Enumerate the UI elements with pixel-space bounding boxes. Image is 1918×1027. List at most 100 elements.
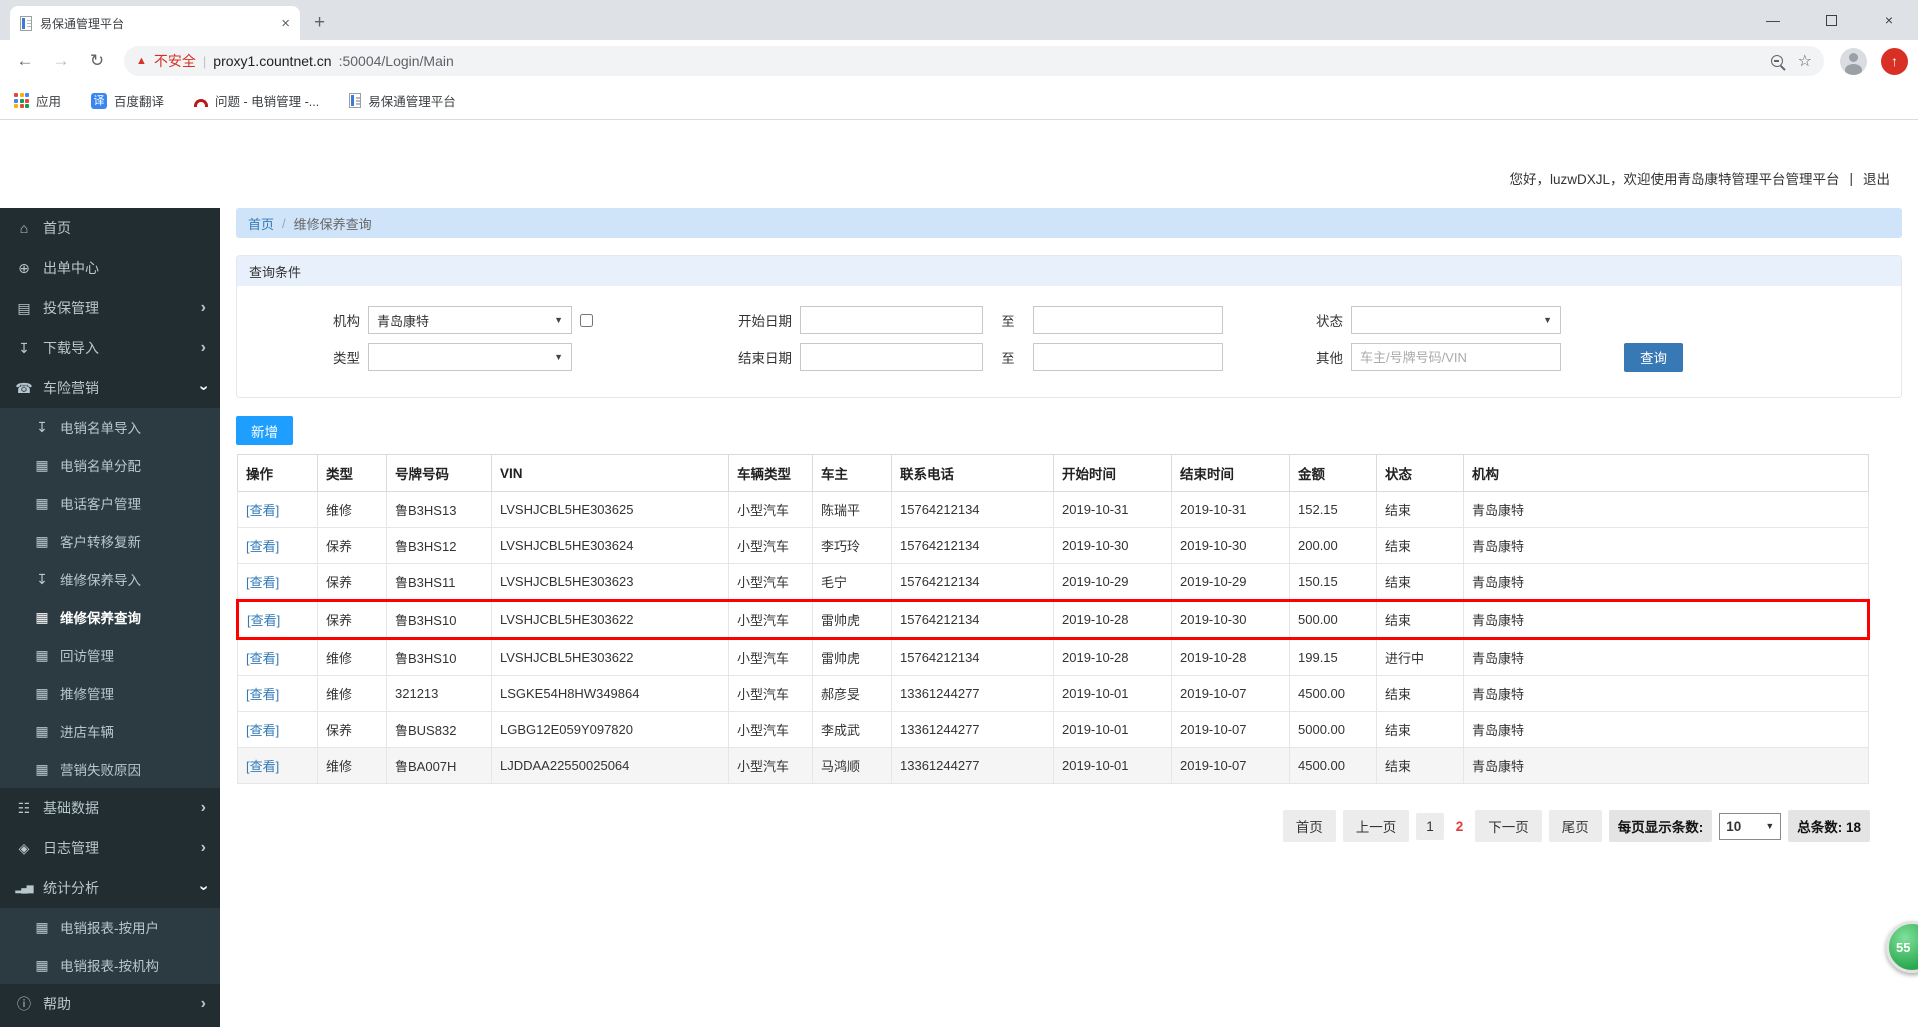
end-date-to-input[interactable] [1033,343,1223,371]
cell-status: 结束 [1376,491,1464,528]
sidebar-item-下载导入[interactable]: ↧ 下载导入 › [0,328,220,368]
view-link[interactable]: [查看] [246,759,279,774]
cell-owner: 雷帅虎 [812,599,892,640]
sidebar-item-电销名单导入[interactable]: ↧ 电销名单导入 [0,408,220,446]
add-button[interactable]: 新增 [236,416,293,445]
cell-phone: 13361244277 [891,675,1054,712]
url-bar[interactable]: ▲ 不安全 | proxy1.countnet.cn :50004/Login/… [124,46,1824,76]
cell-plate: 鲁BUS832 [386,711,492,748]
bookmark-item[interactable]: 易保通管理平台 [349,91,456,110]
sidebar-item-进店车辆[interactable]: ▦ 进店车辆 [0,712,220,750]
sidebar-item-电销名单分配[interactable]: ▦ 电销名单分配 [0,446,220,484]
table-row: [查看] 维修 鲁B3HS10 LVSHJCBL5HE303622 小型汽车 雷帅虎 157… [237,638,1869,676]
cell-plate: 鲁BA007H [386,747,492,784]
sidebar-item-基础数据[interactable]: ☷ 基础数据 › [0,788,220,828]
download-icon: ↧ [36,418,48,435]
status-select[interactable]: ▼ [1351,306,1561,334]
search-button[interactable]: 查询 [1624,342,1683,372]
bookmark-star-icon[interactable]: ☆ [1798,51,1812,71]
sidebar-item-电话客户管理[interactable]: ▦ 电话客户管理 [0,484,220,522]
cell-owner: 陈瑞平 [812,491,892,528]
cell-amount: 500.00 [1289,599,1377,640]
type-select[interactable]: ▼ [368,343,572,371]
sidebar-item-营销失败原因[interactable]: ▦ 营销失败原因 [0,750,220,788]
per-page-select[interactable]: 10 ▼ [1719,812,1782,840]
cell-status: 结束 [1376,747,1464,784]
chevron-down-icon: ▼ [1543,315,1552,325]
cell-org: 青岛康特 [1463,527,1869,564]
cell-vehicle_type: 小型汽车 [728,599,813,640]
grid-icon: ▦ [35,456,49,473]
info-icon: ⓘ [17,996,31,1012]
sidebar-item-回访管理[interactable]: ▦ 回访管理 [0,636,220,674]
bookmark-item[interactable]: 应用 [14,91,61,110]
pagination-last-button[interactable]: 尾页 [1548,810,1602,842]
pagination-prev-button[interactable]: 上一页 [1342,810,1410,842]
pagination-page-1-button[interactable]: 1 [1416,812,1444,840]
query-panel-title: 查询条件 [237,256,1901,286]
sidebar-item-推修管理[interactable]: ▦ 推修管理 [0,674,220,712]
phone-icon: ☎ [15,379,33,396]
security-warning-label[interactable]: 不安全 [154,51,196,71]
sidebar-item-客户转移复新[interactable]: ▦ 客户转移复新 [0,522,220,560]
minimize-icon[interactable]: — [1744,0,1802,40]
view-link[interactable]: [查看] [246,723,279,738]
sidebar-item-维修保养查询[interactable]: ▦ 维修保养查询 [0,598,220,636]
sidebar-item-维修保养导入[interactable]: ↧ 维修保养导入 [0,560,220,598]
start-date-from-input[interactable] [800,306,983,334]
sidebar-item-label: 电销名单导入 [60,421,141,436]
bookmark-item[interactable]: 问题 - 电销管理 -... [194,91,319,110]
cell-amount: 5000.00 [1289,711,1377,748]
cell-plate: 鲁B3HS10 [386,599,492,640]
close-icon[interactable]: × [1860,0,1918,40]
bookmark-label: 百度翻译 [114,95,165,109]
cell-type: 维修 [317,675,387,712]
document-icon: ▤ [17,299,31,316]
sidebar-item-帮助[interactable]: ⓘ 帮助 › [0,984,220,1024]
sidebar-item-首页[interactable]: ⌂ 首页 [0,208,220,248]
cell-vehicle_type: 小型汽车 [728,711,813,748]
pagination-first-button[interactable]: 首页 [1282,810,1336,842]
browser-tab[interactable]: 易保通管理平台 × [10,6,300,40]
other-input[interactable] [1351,343,1561,371]
new-tab-button[interactable]: + [314,12,325,34]
tab-close-icon[interactable]: × [281,15,290,32]
view-link[interactable]: [查看] [246,651,279,666]
end-date-from-input[interactable] [800,343,983,371]
maximize-icon[interactable] [1802,0,1860,40]
sidebar-item-车险营销[interactable]: ☎ 车险营销 › [0,368,220,408]
bookmarks-bar: 应用 译百度翻译 问题 - 电销管理 -... 易保通管理平台 [0,82,1918,120]
reload-icon[interactable]: ↻ [82,46,112,76]
breadcrumb-current: 维修保养查询 [293,216,372,232]
profile-avatar[interactable] [1840,47,1867,75]
pagination-next-button[interactable]: 下一页 [1475,810,1542,842]
view-link[interactable]: [查看] [247,613,280,628]
start-date-to-input[interactable] [1033,306,1223,334]
back-icon[interactable]: ← [10,46,40,76]
sidebar-item-出单中心[interactable]: ⊕ 出单中心 [0,248,220,288]
browser-update-icon[interactable]: ↑ [1881,47,1908,75]
sidebar-item-label: 维修保养导入 [60,573,141,588]
sidebar-item-统计分析[interactable]: ▂▄▆ 统计分析 › [0,868,220,908]
view-link[interactable]: [查看] [246,503,279,518]
org-include-checkbox[interactable] [580,313,593,327]
cell-type: 保养 [317,563,387,601]
view-link[interactable]: [查看] [246,687,279,702]
breadcrumb: 首页 / 维修保养查询 [236,208,1902,238]
zoom-icon[interactable] [1770,55,1783,67]
cell-status: 结束 [1376,599,1464,640]
sidebar-item-日志管理[interactable]: ◈ 日志管理 › [0,828,220,868]
view-link[interactable]: [查看] [246,539,279,554]
logout-link[interactable]: 退出 [1863,168,1890,188]
view-link[interactable]: [查看] [246,575,279,590]
cell-amount: 152.15 [1289,491,1377,528]
sidebar-item-投保管理[interactable]: ▤ 投保管理 › [0,288,220,328]
cell-start_time: 2019-10-01 [1053,747,1172,784]
breadcrumb-home-link[interactable]: 首页 [248,214,274,233]
greeting-separator: | [1849,170,1853,186]
sidebar-item-电销报表-按机构[interactable]: ▦ 电销报表-按机构 [0,946,220,984]
cell-amount: 4500.00 [1289,747,1377,784]
sidebar-item-电销报表-按用户[interactable]: ▦ 电销报表-按用户 [0,908,220,946]
bookmark-item[interactable]: 译百度翻译 [91,91,164,110]
org-select[interactable]: 青岛康特 ▼ [368,306,572,334]
